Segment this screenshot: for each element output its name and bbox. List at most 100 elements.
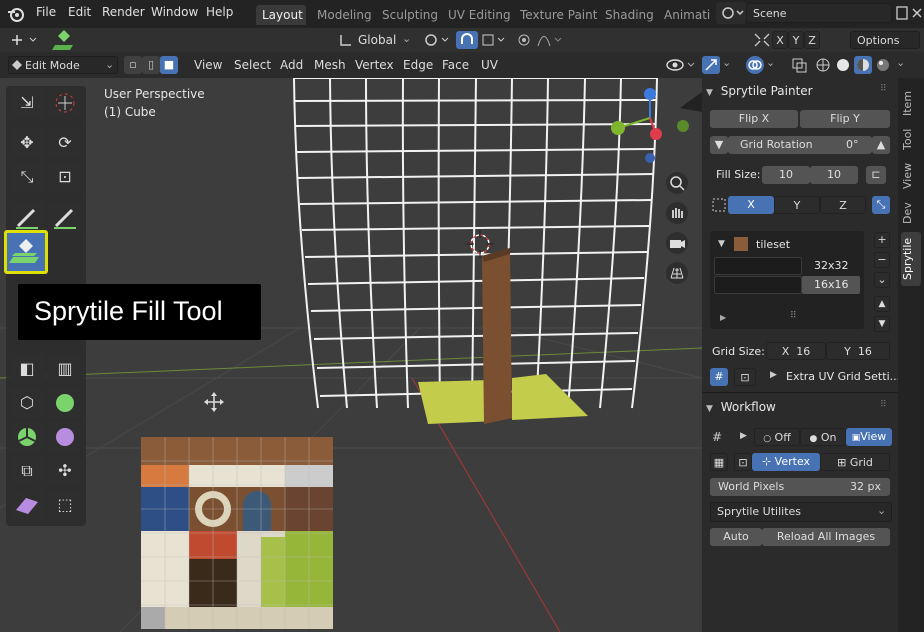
falloff-icon[interactable] <box>536 31 566 49</box>
zoom-icon[interactable] <box>666 172 688 194</box>
menu-help[interactable]: Help <box>206 5 233 19</box>
flip-x-button[interactable]: Flip X <box>710 110 798 128</box>
scene-selector-icon[interactable] <box>716 2 746 24</box>
vertex-select-icon[interactable]: ▫ <box>124 56 142 74</box>
transform-pivot-icon[interactable] <box>8 31 40 49</box>
expand-right-icon[interactable]: ▶ <box>720 313 726 322</box>
tileset-menu-icon[interactable]: ⌄ <box>874 272 890 288</box>
options-dropdown[interactable]: Options <box>850 31 920 49</box>
annotate-tool-icon[interactable] <box>10 202 44 232</box>
tab-view[interactable]: View <box>901 158 921 194</box>
ortho-toggle-icon[interactable] <box>666 262 688 284</box>
tileset-preview-image[interactable] <box>141 437 333 629</box>
mode-dropdown[interactable]: Edit Mode ⌄ <box>8 56 118 74</box>
pan-hand-icon[interactable] <box>666 202 688 224</box>
drag-handle-icon[interactable]: ⠿ <box>880 400 887 410</box>
axis-z-button[interactable]: Z <box>820 196 866 214</box>
workflow-on-button[interactable]: ● On <box>800 428 846 446</box>
wireframe-shading-icon[interactable] <box>814 56 832 74</box>
polybuild-tool-icon[interactable]: ⬚ <box>48 490 82 520</box>
menu-vertex[interactable]: Vertex <box>355 58 394 72</box>
tile-preview-16[interactable] <box>714 276 802 294</box>
menu-window[interactable]: Window <box>151 5 198 19</box>
overlay-toggle-icon[interactable] <box>746 56 764 74</box>
menu-face[interactable]: Face <box>442 58 469 72</box>
face-select-icon[interactable]: ■ <box>160 56 178 74</box>
tileset-list[interactable]: ▼ tileset 32x32 16x16 ▶ ⠿ <box>710 231 864 329</box>
transform-tool-icon[interactable]: ⊡ <box>48 162 82 192</box>
rotate-right-icon[interactable]: ▲ <box>872 136 890 154</box>
workflow-off-button[interactable]: ○ Off <box>754 428 800 446</box>
tab-dev[interactable]: Dev <box>901 198 921 228</box>
tab-layout[interactable]: Layout <box>256 5 306 25</box>
smooth-tool-icon[interactable] <box>48 422 82 452</box>
painter-panel-header[interactable]: ▼ Sprytile Painter <box>706 80 896 102</box>
menu-render[interactable]: Render <box>102 5 145 19</box>
extra-uv-grid-settings[interactable]: Extra UV Grid Setti... <box>786 370 900 383</box>
grid-rotation-field[interactable]: Grid Rotation 0° <box>728 136 872 154</box>
tile-size-16-row[interactable]: 16x16 <box>802 276 860 294</box>
rip-tool-icon[interactable] <box>10 490 44 520</box>
tab-item[interactable]: Item <box>901 84 921 122</box>
workflow-view-button[interactable]: ▣View <box>846 428 892 446</box>
tile-preview-32[interactable] <box>714 257 802 275</box>
tab-sculpting[interactable]: Sculpting <box>376 5 444 25</box>
tab-animation[interactable]: Animatio <box>658 5 710 25</box>
snap-grid-button[interactable]: ⊞ Grid <box>820 453 890 471</box>
chevron-down-icon[interactable]: ⌄ <box>766 56 775 69</box>
tab-texture-paint[interactable]: Texture Paint <box>514 5 603 25</box>
utilities-dropdown[interactable]: Sprytile Utilites ⌄ <box>710 502 892 522</box>
shear-tool-icon[interactable]: ✣ <box>48 456 82 486</box>
menu-add[interactable]: Add <box>280 58 303 72</box>
menu-edge[interactable]: Edge <box>403 58 433 72</box>
scene-name-field[interactable]: Scene <box>746 3 892 23</box>
sprytile-paint-icon[interactable] <box>48 202 82 232</box>
rotate-tool-icon[interactable]: ⟳ <box>48 128 82 158</box>
auto-axis-icon[interactable]: ⤡ <box>872 196 890 214</box>
move-down-icon[interactable]: ▼ <box>874 316 890 332</box>
mirror-y-button[interactable]: Y <box>788 31 804 49</box>
material-shading-icon[interactable] <box>854 56 872 74</box>
menu-uv[interactable]: UV <box>481 58 498 72</box>
remove-tileset-icon[interactable]: − <box>874 252 890 268</box>
solid-shading-icon[interactable] <box>834 56 852 74</box>
gizmo-toggle-icon[interactable] <box>702 56 720 74</box>
close-scene-icon[interactable] <box>910 4 924 22</box>
fill-lock-icon[interactable]: ⊏ <box>866 166 886 184</box>
tab-tool[interactable]: Tool <box>901 124 921 154</box>
snap-target-icon[interactable]: ⊡ <box>734 453 752 471</box>
inset-tool-icon[interactable]: ▥ <box>48 354 82 384</box>
menu-select[interactable]: Select <box>234 58 271 72</box>
mirror-x-button[interactable]: X <box>772 31 788 49</box>
chevron-down-icon[interactable]: ⌄ <box>722 56 731 69</box>
cursor-tool-icon[interactable] <box>48 88 82 118</box>
add-tileset-icon[interactable]: + <box>874 232 890 248</box>
list-resize-handle-icon[interactable]: ⠿ <box>790 311 797 321</box>
edge-select-icon[interactable]: ▯ <box>142 56 160 74</box>
snap-grid-icon[interactable]: ▦ <box>710 453 728 471</box>
orientation-dropdown[interactable]: Global ⌄ <box>336 31 416 49</box>
axis-lock-icon[interactable] <box>710 196 728 214</box>
mirror-z-button[interactable]: Z <box>804 31 820 49</box>
drag-handle-icon[interactable]: ⠿ <box>880 84 887 94</box>
rendered-shading-icon[interactable] <box>874 56 892 74</box>
auto-button[interactable]: Auto <box>710 528 762 546</box>
copy-scene-icon[interactable] <box>894 4 910 22</box>
menu-mesh[interactable]: Mesh <box>314 58 346 72</box>
proportional-edit-icon[interactable] <box>514 31 534 49</box>
flip-y-button[interactable]: Flip Y <box>800 110 890 128</box>
tab-sprytile[interactable]: Sprytile <box>901 232 921 286</box>
axis-x-button[interactable]: X <box>728 196 774 214</box>
select-box-icon[interactable]: ⇲ <box>10 88 44 118</box>
rotate-left-icon[interactable]: ▼ <box>710 136 728 154</box>
menu-edit[interactable]: Edit <box>68 5 91 19</box>
snap-toggle-icon[interactable] <box>456 31 478 49</box>
expand-right-icon[interactable]: ▶ <box>770 370 777 380</box>
loop-cut-tool-icon[interactable] <box>48 388 82 418</box>
move-tool-icon[interactable]: ✥ <box>10 128 44 158</box>
menu-view[interactable]: View <box>194 58 222 72</box>
tab-shading[interactable]: Shading <box>599 5 660 25</box>
scale-tool-icon[interactable]: ⤡ <box>10 162 44 192</box>
grid-x-field[interactable]: X 16 <box>766 342 826 360</box>
3d-viewport[interactable]: User Perspective (1) Cube ⇲ ✥ ⟳ ⤡ ⊡ ◧ ▥ … <box>0 78 702 632</box>
